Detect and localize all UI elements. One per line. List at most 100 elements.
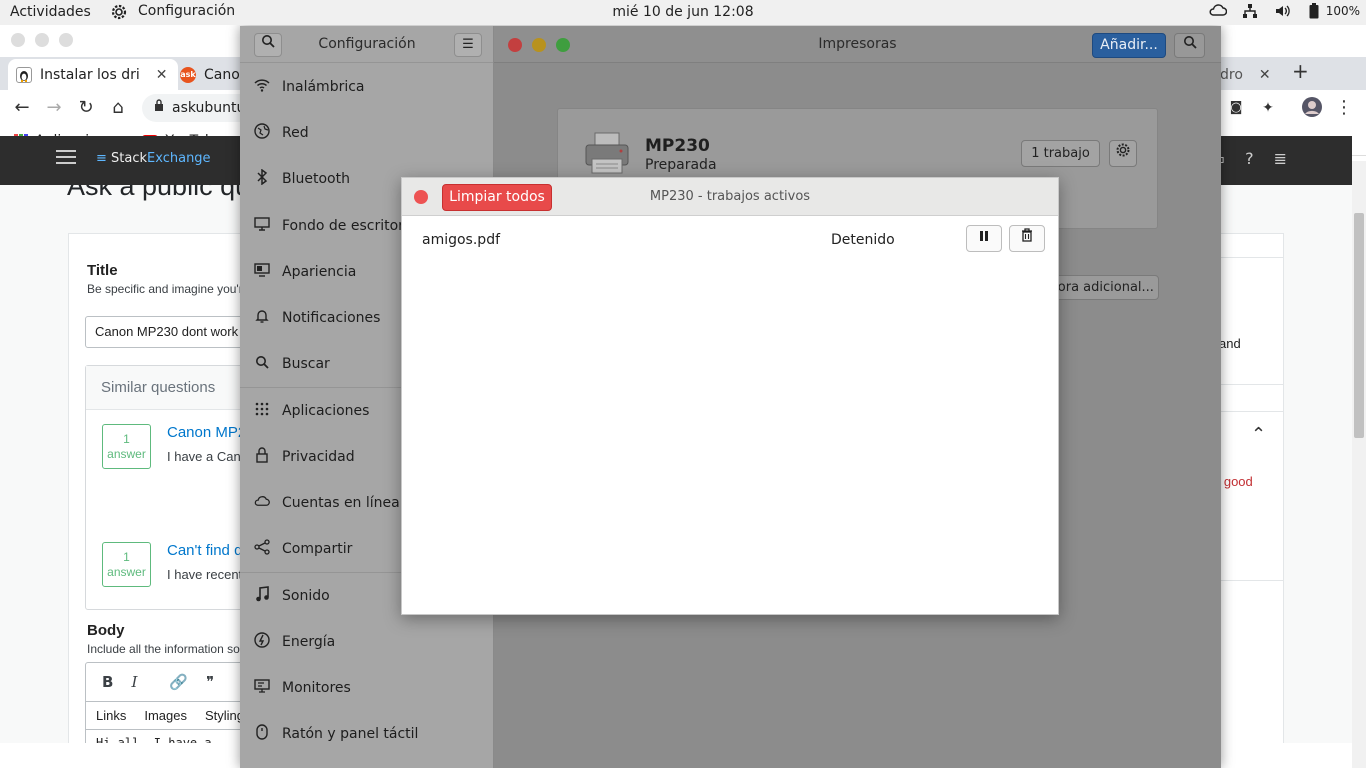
sidebar-item-label: Privacidad bbox=[282, 449, 355, 465]
cloud-icon bbox=[254, 495, 270, 511]
browser-tab[interactable]: dro ✕ bbox=[1212, 59, 1281, 90]
bold-icon[interactable]: B bbox=[102, 673, 113, 691]
answer-count: 1 answer bbox=[102, 424, 151, 469]
sidebar-item-red[interactable]: Red bbox=[240, 110, 494, 156]
sidebar-item-energía[interactable]: Energía bbox=[240, 619, 494, 665]
quote-icon[interactable]: ❞ bbox=[206, 673, 214, 691]
home-icon[interactable]: ⌂ bbox=[106, 96, 130, 120]
apps-grid-icon bbox=[254, 402, 270, 420]
app-menu-label: Configuración bbox=[138, 3, 236, 19]
table-row: amigos.pdf Detenido bbox=[402, 217, 1058, 262]
editor-tab-images[interactable]: Images bbox=[144, 708, 187, 723]
close-icon[interactable]: ✕ bbox=[156, 67, 168, 83]
italic-icon[interactable]: I bbox=[131, 673, 137, 691]
printer-jobs-button[interactable]: 1 trabajo bbox=[1021, 140, 1100, 167]
gear-icon bbox=[1116, 143, 1130, 157]
printer-settings-button[interactable] bbox=[1109, 140, 1137, 167]
reload-icon[interactable]: ↻ bbox=[74, 96, 98, 120]
pause-button[interactable] bbox=[966, 225, 1002, 252]
cloud-icon bbox=[1209, 3, 1227, 19]
system-tray[interactable]: 100% bbox=[1209, 3, 1360, 19]
bluetooth-icon bbox=[254, 168, 270, 189]
page-title: Ask a public qu bbox=[67, 185, 251, 201]
sidebar-item-monitores[interactable]: Monitores bbox=[240, 665, 494, 711]
power-icon bbox=[254, 632, 270, 652]
sidebar-header: Configuración ☰ bbox=[240, 26, 493, 63]
new-tab-button[interactable]: + bbox=[1292, 59, 1309, 83]
sidebar-item-label: Apariencia bbox=[282, 264, 357, 280]
tab-label: dro bbox=[1220, 66, 1243, 83]
kebab-menu-icon[interactable]: ⋮ bbox=[1332, 96, 1356, 120]
close-icon[interactable] bbox=[414, 190, 428, 204]
close-icon[interactable] bbox=[11, 33, 25, 47]
sidebar-item-label: Monitores bbox=[282, 680, 351, 696]
side-text: and bbox=[1219, 336, 1241, 351]
question-link[interactable]: Can't find d bbox=[167, 542, 242, 559]
site-switcher-icon[interactable]: ≣ bbox=[1274, 149, 1287, 168]
sidebar-item-inalámbrica[interactable]: Inalámbrica bbox=[240, 64, 494, 110]
sidebar-item-label: Fondo de escritorio bbox=[282, 218, 417, 234]
title-label: Title bbox=[87, 262, 118, 279]
wifi-icon bbox=[254, 78, 270, 96]
top-bar: Actividades Configuración mié 10 de jun … bbox=[0, 0, 1366, 25]
editor-tab-styling[interactable]: Styling bbox=[205, 708, 244, 723]
wallpaper-icon bbox=[254, 217, 270, 235]
question-link[interactable]: Canon MP2 bbox=[167, 424, 246, 441]
search-icon[interactable] bbox=[1174, 33, 1205, 58]
page-scrollbar[interactable] bbox=[1352, 161, 1366, 768]
gear-icon bbox=[110, 3, 128, 20]
sidebar-item-ratón-y-panel-táctil[interactable]: Ratón y panel táctil bbox=[240, 711, 494, 757]
mouse-icon bbox=[254, 724, 270, 744]
hamburger-icon[interactable] bbox=[56, 150, 76, 168]
back-arrow-icon[interactable]: ← bbox=[10, 96, 34, 120]
sidebar-item-label: Cuentas en línea bbox=[282, 495, 400, 511]
sidebar-item-label: Bluetooth bbox=[282, 171, 350, 187]
job-file-name: amigos.pdf bbox=[422, 232, 501, 248]
settings-header: Impresoras Añadir... bbox=[494, 26, 1221, 63]
browser-window-controls[interactable] bbox=[11, 33, 73, 47]
search-icon bbox=[254, 355, 270, 373]
add-printer-button[interactable]: Añadir... bbox=[1092, 33, 1166, 58]
network-wired-icon bbox=[1241, 3, 1259, 19]
share-icon bbox=[254, 539, 270, 559]
incognito-icon[interactable]: ◙ bbox=[1224, 96, 1248, 120]
answer-count: 1 answer bbox=[102, 542, 151, 587]
active-jobs-dialog: Limpiar todos MP230 - trabajos activos a… bbox=[401, 177, 1059, 615]
hamburger-menu-icon[interactable]: ☰ bbox=[454, 33, 482, 57]
sidebar-item-label: Ratón y panel táctil bbox=[282, 726, 419, 742]
close-icon[interactable]: ✕ bbox=[1259, 67, 1271, 83]
sidebar-item-label: Compartir bbox=[282, 541, 353, 557]
sidebar-item-label: Notificaciones bbox=[282, 310, 381, 326]
lock-icon bbox=[254, 447, 270, 467]
editor-tab-links[interactable]: Links bbox=[96, 708, 126, 723]
activities-button[interactable]: Actividades bbox=[10, 4, 91, 20]
avatar[interactable] bbox=[1300, 96, 1324, 120]
clear-all-button[interactable]: Limpiar todos bbox=[442, 184, 552, 211]
link-icon[interactable]: 🔗 bbox=[169, 673, 188, 691]
askubuntu-icon: ask bbox=[180, 66, 196, 83]
printer-name: MP230 bbox=[645, 136, 710, 156]
title-help: Be specific and imagine you'r bbox=[87, 282, 243, 296]
help-icon[interactable]: ? bbox=[1245, 149, 1254, 168]
sidebar-item-label: Aplicaciones bbox=[282, 403, 370, 419]
sidebar-item-label: Buscar bbox=[282, 356, 330, 372]
extension-icon[interactable]: ✦ bbox=[1256, 96, 1280, 120]
printer-icon bbox=[583, 131, 631, 175]
browser-tab[interactable]: Instalar los dri ✕ bbox=[8, 59, 178, 90]
bell-icon bbox=[254, 308, 270, 328]
forward-arrow-icon[interactable]: → bbox=[42, 96, 66, 120]
sidebar-item-label: Energía bbox=[282, 634, 336, 650]
maximize-icon[interactable] bbox=[59, 33, 73, 47]
battery-percent: 100% bbox=[1325, 4, 1360, 18]
pause-icon bbox=[980, 231, 988, 241]
printer-status: Preparada bbox=[645, 157, 717, 173]
delete-job-button[interactable] bbox=[1009, 225, 1045, 252]
chevron-up-icon[interactable]: ⌃ bbox=[1251, 424, 1266, 445]
stackexchange-logo[interactable]: ≡ StackExchange bbox=[96, 151, 211, 166]
body-help: Include all the information so bbox=[87, 642, 240, 656]
lock-icon bbox=[154, 94, 164, 122]
app-menu[interactable]: Configuración bbox=[110, 3, 236, 20]
minimize-icon[interactable] bbox=[35, 33, 49, 47]
clock[interactable]: mié 10 de jun 12:08 bbox=[612, 4, 753, 20]
job-state: Detenido bbox=[831, 232, 895, 248]
